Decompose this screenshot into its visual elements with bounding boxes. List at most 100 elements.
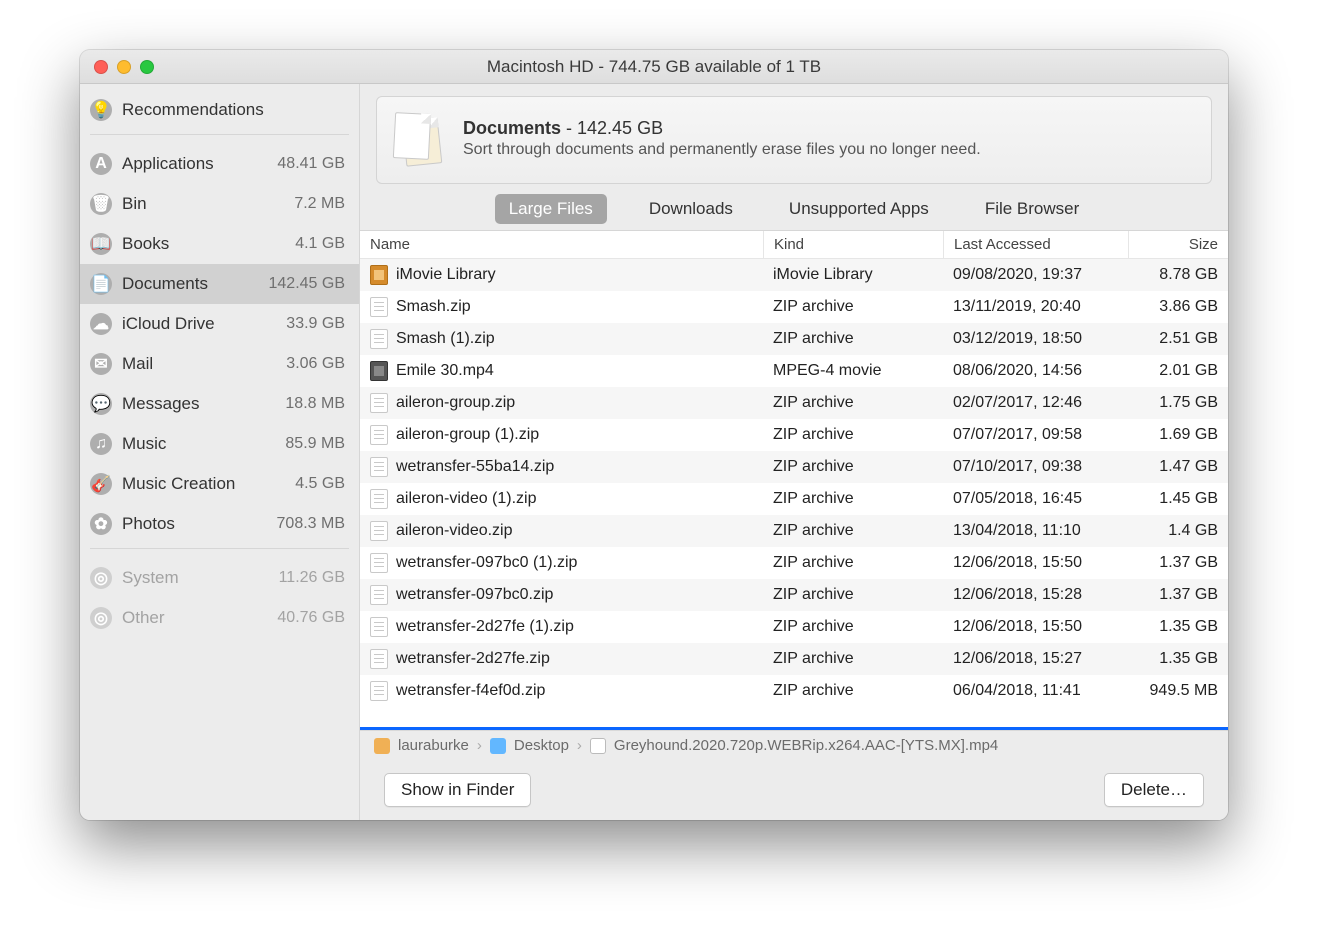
sidebar-item-photos[interactable]: ✿Photos708.3 MB (80, 504, 359, 544)
sidebar-item-icloud-drive[interactable]: ☁iCloud Drive33.9 GB (80, 304, 359, 344)
file-icon (370, 393, 388, 413)
file-last-accessed: 08/06/2020, 14:56 (943, 357, 1128, 385)
mail-icon: ✉ (90, 353, 112, 375)
file-last-accessed: 07/05/2018, 16:45 (943, 485, 1128, 513)
table-row[interactable]: wetransfer-097bc0 (1).zipZIP archive12/0… (360, 547, 1228, 579)
sidebar-item-recommendations[interactable]: 💡Recommendations (80, 90, 359, 130)
sidebar-item-music-creation[interactable]: 🎸Music Creation4.5 GB (80, 464, 359, 504)
file-kind: ZIP archive (763, 325, 943, 353)
disc-icon: ◎ (90, 607, 112, 629)
file-kind: ZIP archive (763, 677, 943, 705)
file-kind: ZIP archive (763, 581, 943, 609)
sidebar-item-system[interactable]: ◎System11.26 GB (80, 558, 359, 598)
table-row[interactable]: aileron-group (1).zipZIP archive07/07/20… (360, 419, 1228, 451)
table-row[interactable]: wetransfer-2d27fe (1).zipZIP archive12/0… (360, 611, 1228, 643)
file-size: 949.5 MB (1128, 677, 1228, 705)
trash-icon: 🗑 (90, 193, 112, 215)
sidebar-item-label: Other (122, 608, 267, 628)
table-row[interactable]: wetransfer-2d27fe.zip ZIP archive12/06/20… (360, 643, 1228, 675)
sidebar-item-messages[interactable]: 💬Messages18.8 MB (80, 384, 359, 424)
file-last-accessed: 12/06/2018, 15:27 (943, 645, 1128, 673)
sidebar-item-music[interactable]: ♫Music85.9 MB (80, 424, 359, 464)
file-name: wetransfer-2d27fe (1).zip (396, 618, 574, 636)
sidebar-item-label: Photos (122, 514, 267, 534)
delete-button[interactable]: Delete… (1104, 773, 1204, 807)
tab-large-files[interactable]: Large Files (495, 194, 607, 224)
sidebar-item-mail[interactable]: ✉ Mail 3.06 GB (80, 344, 359, 384)
sidebar-item-documents[interactable]: 📄Documents142.45 GB (80, 264, 359, 304)
tab-unsupported-apps[interactable]: Unsupported Apps (775, 194, 943, 224)
window-title: Macintosh HD - 744.75 GB available of 1 … (80, 57, 1228, 77)
file-last-accessed: 03/12/2019, 18:50 (943, 325, 1128, 353)
file-name: wetransfer-097bc0.zip (396, 586, 553, 604)
pathbar[interactable]: lauraburke›Desktop›Greyhound.2020.720p.W… (360, 730, 1228, 760)
file-kind: ZIP archive (763, 645, 943, 673)
banner-subtitle: Sort through documents and permanently e… (463, 141, 981, 159)
file-last-accessed: 07/10/2017, 09:38 (943, 453, 1128, 481)
main-pane: Documents - 142.45 GB Sort through docum… (360, 84, 1228, 820)
path-segment[interactable]: Desktop (514, 737, 569, 754)
sidebar-item-label: Bin (122, 194, 284, 214)
table-row[interactable]: iMovie LibraryiMovie Library09/08/2020, … (360, 259, 1228, 291)
file-size: 1.69 GB (1128, 421, 1228, 449)
tab-file-browser[interactable]: File Browser (971, 194, 1093, 224)
file-last-accessed: 13/04/2018, 11:10 (943, 517, 1128, 545)
file-kind: ZIP archive (763, 517, 943, 545)
sidebar-item-label: Mail (122, 354, 276, 374)
sidebar-item-books[interactable]: 📖Books4.1 GB (80, 224, 359, 264)
table-row[interactable]: aileron-video (1).zipZIP archive07/05/20… (360, 483, 1228, 515)
file-kind: ZIP archive (763, 421, 943, 449)
table-row[interactable]: Smash.zipZIP archive13/11/2019, 20:403.8… (360, 291, 1228, 323)
file-icon (370, 489, 388, 509)
table-row[interactable]: Emile 30.mp4MPEG-4 movie08/06/2020, 14:5… (360, 355, 1228, 387)
table-row[interactable]: aileron-video.zipZIP archive13/04/2018, … (360, 515, 1228, 547)
file-name: wetransfer-2d27fe.zip (396, 650, 550, 668)
table-row[interactable]: wetransfer-097bc0.zipZIP archive12/06/20… (360, 579, 1228, 611)
sidebar-item-label: Documents (122, 274, 259, 294)
file-icon (370, 425, 388, 445)
sidebar-item-label: Music (122, 434, 275, 454)
table-row[interactable]: wetransfer-55ba14.zipZIP archive07/10/20… (360, 451, 1228, 483)
documents-icon (385, 107, 447, 169)
show-in-finder-button[interactable]: Show in Finder (384, 773, 531, 807)
sidebar-item-size: 708.3 MB (277, 515, 345, 533)
close-icon[interactable] (94, 60, 108, 74)
file-last-accessed: 13/11/2019, 20:40 (943, 293, 1128, 321)
file-last-accessed: 12/06/2018, 15:50 (943, 549, 1128, 577)
tab-downloads[interactable]: Downloads (635, 194, 747, 224)
window-controls (80, 60, 154, 74)
sidebar-item-label: Applications (122, 154, 267, 174)
table-row[interactable]: wetransfer-f4ef0d.zipZIP archive06/04/20… (360, 675, 1228, 707)
table-row[interactable]: Smash (1).zipZIP archive03/12/2019, 18:5… (360, 323, 1228, 355)
col-name[interactable]: Name (360, 231, 763, 258)
sidebar-item-size: 3.06 GB (286, 355, 345, 373)
file-size: 1.35 GB (1128, 613, 1228, 641)
sidebar-item-size: 40.76 GB (277, 609, 345, 627)
col-kind[interactable]: Kind (763, 231, 943, 258)
sidebar-item-other[interactable]: ◎ Other 40.76 GB (80, 598, 359, 638)
path-segment[interactable]: lauraburke (398, 737, 469, 754)
bulb-icon: 💡 (90, 99, 112, 121)
col-last-accessed[interactable]: Last Accessed (943, 231, 1128, 258)
sidebar-item-applications[interactable]: AApplications48.41 GB (80, 144, 359, 184)
file-last-accessed: 12/06/2018, 15:50 (943, 613, 1128, 641)
action-bar: Show in Finder Delete… (360, 760, 1228, 820)
file-icon (370, 329, 388, 349)
sidebar-item-bin[interactable]: 🗑Bin7.2 MB (80, 184, 359, 224)
file-kind: ZIP archive (763, 485, 943, 513)
col-size[interactable]: Size (1128, 231, 1228, 258)
file-name: aileron-group.zip (396, 394, 515, 412)
table-row[interactable]: aileron-group.zipZIP archive02/07/2017, … (360, 387, 1228, 419)
file-table: Name Kind Last Accessed Size iMovie Libr… (360, 230, 1228, 730)
folder-icon (490, 738, 506, 754)
file-size: 1.4 GB (1128, 517, 1228, 545)
zoom-icon[interactable] (140, 60, 154, 74)
banner-title: Documents - 142.45 GB (463, 118, 981, 139)
titlebar[interactable]: Macintosh HD - 744.75 GB available of 1 … (80, 50, 1228, 84)
file-kind: MPEG-4 movie (763, 357, 943, 385)
path-segment[interactable]: Greyhound.2020.720p.WEBRip.x264.AAC-[YTS… (614, 737, 998, 754)
file-size: 1.37 GB (1128, 549, 1228, 577)
file-name: iMovie Library (396, 266, 496, 284)
minimize-icon[interactable] (117, 60, 131, 74)
sidebar: 💡Recommendations AApplications48.41 GB 🗑 Bi… (80, 84, 360, 820)
